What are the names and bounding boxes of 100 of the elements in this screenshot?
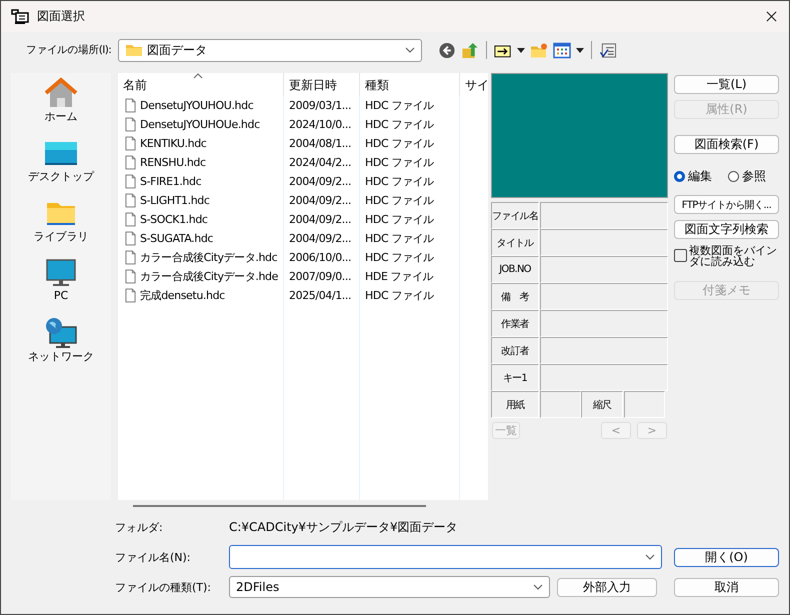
file-row[interactable]: S-FIRE1.hdc 2004/09/2... HDC ファイル	[118, 172, 488, 191]
modified-date: 2006/10/0...	[289, 251, 352, 264]
modified-date: 2004/09/2...	[289, 175, 352, 188]
side-button[interactable]: 図面検索(F)	[674, 135, 779, 154]
file-row[interactable]: カラー合成後Cityデータ.hdc 2006/10/0... HDC ファイル	[118, 248, 488, 267]
file-name: カラー合成後Cityデータ.hdc	[140, 250, 278, 265]
chevron-icon	[645, 554, 655, 560]
modified-date: 2025/04/1...	[289, 289, 352, 302]
file-row[interactable]: カラー合成後Cityデータ.hde 2007/09/0... HDE ファイル	[118, 267, 488, 286]
caret-icon[interactable]	[576, 48, 584, 52]
file-type: HDE ファイル	[365, 269, 433, 284]
new-folder-icon[interactable]	[530, 42, 548, 58]
column-header[interactable]: サイ	[460, 73, 488, 96]
file-row[interactable]: S-LIGHT1.hdc 2004/09/2... HDC ファイル	[118, 191, 488, 210]
place-item[interactable]: ネットワーク	[28, 317, 94, 377]
file-name: KENTIKU.hdc	[140, 137, 206, 150]
file-name-field[interactable]	[229, 545, 662, 569]
file-icon	[125, 250, 136, 265]
file-name: S-SOCK1.hdc	[140, 213, 208, 226]
field-label: 備 考	[491, 283, 539, 310]
file-row[interactable]: S-SOCK1.hdc 2004/09/2... HDC ファイル	[118, 210, 488, 229]
checklist-icon[interactable]	[599, 42, 617, 58]
file-icon	[125, 269, 136, 284]
file-type-dropdown[interactable]: 2DFiles	[229, 576, 550, 598]
file-name-label: ファイル名(N):	[115, 550, 192, 564]
field-label: キー1	[491, 364, 539, 391]
file-row[interactable]: 完成densetu.hdc 2025/04/1... HDC ファイル	[118, 286, 488, 305]
column-header[interactable]: 種類	[360, 73, 460, 96]
modified-date: 2004/08/1...	[289, 137, 352, 150]
file-name: S-FIRE1.hdc	[140, 175, 202, 188]
column-header[interactable]: 更新日時	[284, 73, 360, 96]
file-icon	[125, 117, 136, 132]
file-name: S-SUGATA.hdc	[140, 232, 214, 245]
modified-date: 2004/09/2...	[289, 213, 352, 226]
file-row[interactable]: S-SUGATA.hdc 2004/09/2... HDC ファイル	[118, 229, 488, 248]
cancel-button[interactable]: 取消	[674, 578, 779, 596]
file-type: HDC ファイル	[365, 117, 434, 132]
file-name: RENSHU.hdc	[140, 156, 206, 169]
location-label: ファイルの場所(I):	[26, 43, 112, 57]
radio-option[interactable]: 編集	[674, 168, 712, 185]
side-button[interactable]: 図面文字列検索	[674, 220, 779, 239]
window-title: 図面選択	[37, 8, 86, 25]
open-button[interactable]: 開く(O)	[674, 548, 779, 566]
radio-option[interactable]: 参照	[728, 168, 766, 185]
file-icon	[125, 231, 136, 246]
field-label: 作業者	[491, 310, 539, 337]
file-icon	[125, 98, 136, 113]
file-type: HDC ファイル	[365, 288, 434, 303]
folder-label: フォルダ:	[115, 520, 164, 534]
chevron-icon	[533, 584, 543, 590]
place-item[interactable]: ライブラリ	[34, 197, 88, 257]
import-button[interactable]: 外部入力	[557, 578, 657, 596]
checkbox-option[interactable]: 複数図面をバインダに読み込む	[674, 245, 779, 267]
field-label: JOB.NO	[491, 256, 539, 283]
place-item[interactable]: デスクトップ	[28, 137, 94, 197]
modified-date: 2024/10/0...	[289, 118, 352, 131]
modified-date: 2009/03/1...	[289, 99, 352, 112]
app-icon	[11, 8, 29, 24]
place-item[interactable]: PC	[44, 257, 78, 317]
file-row[interactable]: DensetuJYOUHOU.hdc 2009/03/1... HDC ファイル	[118, 96, 488, 115]
field-label: 用紙	[491, 391, 539, 418]
side-button[interactable]: 一覧(L)	[674, 75, 779, 94]
file-name: S-LIGHT1.hdc	[140, 194, 210, 207]
back-icon[interactable]	[438, 42, 456, 58]
file-type: HDC ファイル	[365, 155, 434, 170]
globe-monitor-icon	[44, 317, 78, 349]
file-row[interactable]: KENTIKU.hdc 2004/08/1... HDC ファイル	[118, 134, 488, 153]
modified-date: 2007/09/0...	[289, 270, 352, 283]
file-name: カラー合成後Cityデータ.hde	[140, 269, 278, 284]
field-label: ファイル名	[491, 202, 539, 229]
home-icon	[44, 77, 78, 109]
file-name: DensetuJYOUHOU.hdc	[140, 99, 254, 112]
close-icon[interactable]	[766, 11, 777, 22]
caret-icon[interactable]	[517, 48, 525, 52]
folder-up-icon[interactable]	[461, 42, 479, 58]
field-label: 縮尺	[581, 391, 623, 418]
file-type-label: ファイルの種類(T):	[115, 580, 212, 594]
scrollbar[interactable]	[133, 505, 426, 507]
modified-date: 2004/09/2...	[289, 232, 352, 245]
folder-icon	[125, 43, 143, 57]
file-type: HDC ファイル	[365, 231, 434, 246]
file-type: HDC ファイル	[365, 174, 434, 189]
modified-date: 2004/09/2...	[289, 194, 352, 207]
file-name: DensetuJYOUHOUe.hdc	[140, 118, 260, 131]
column-header[interactable]: 名前	[118, 73, 284, 96]
view-grid-icon[interactable]	[553, 42, 571, 58]
place-item[interactable]: ホーム	[44, 77, 78, 137]
file-row[interactable]: RENSHU.hdc 2024/04/2... HDC ファイル	[118, 153, 488, 172]
file-row[interactable]: DensetuJYOUHOUe.hdc 2024/10/0... HDC ファイル	[118, 115, 488, 134]
file-icon	[125, 155, 136, 170]
file-type: HDC ファイル	[365, 212, 434, 227]
file-icon	[125, 174, 136, 189]
chevron-icon	[405, 47, 415, 53]
modified-date: 2024/04/2...	[289, 156, 352, 169]
side-button[interactable]: FTPサイトから開く...	[674, 195, 779, 214]
file-icon	[125, 288, 136, 303]
location-dropdown[interactable]: 図面データ	[118, 38, 422, 62]
file-icon	[125, 136, 136, 151]
file-type: HDC ファイル	[365, 98, 434, 113]
field-label: タイトル	[491, 229, 539, 256]
